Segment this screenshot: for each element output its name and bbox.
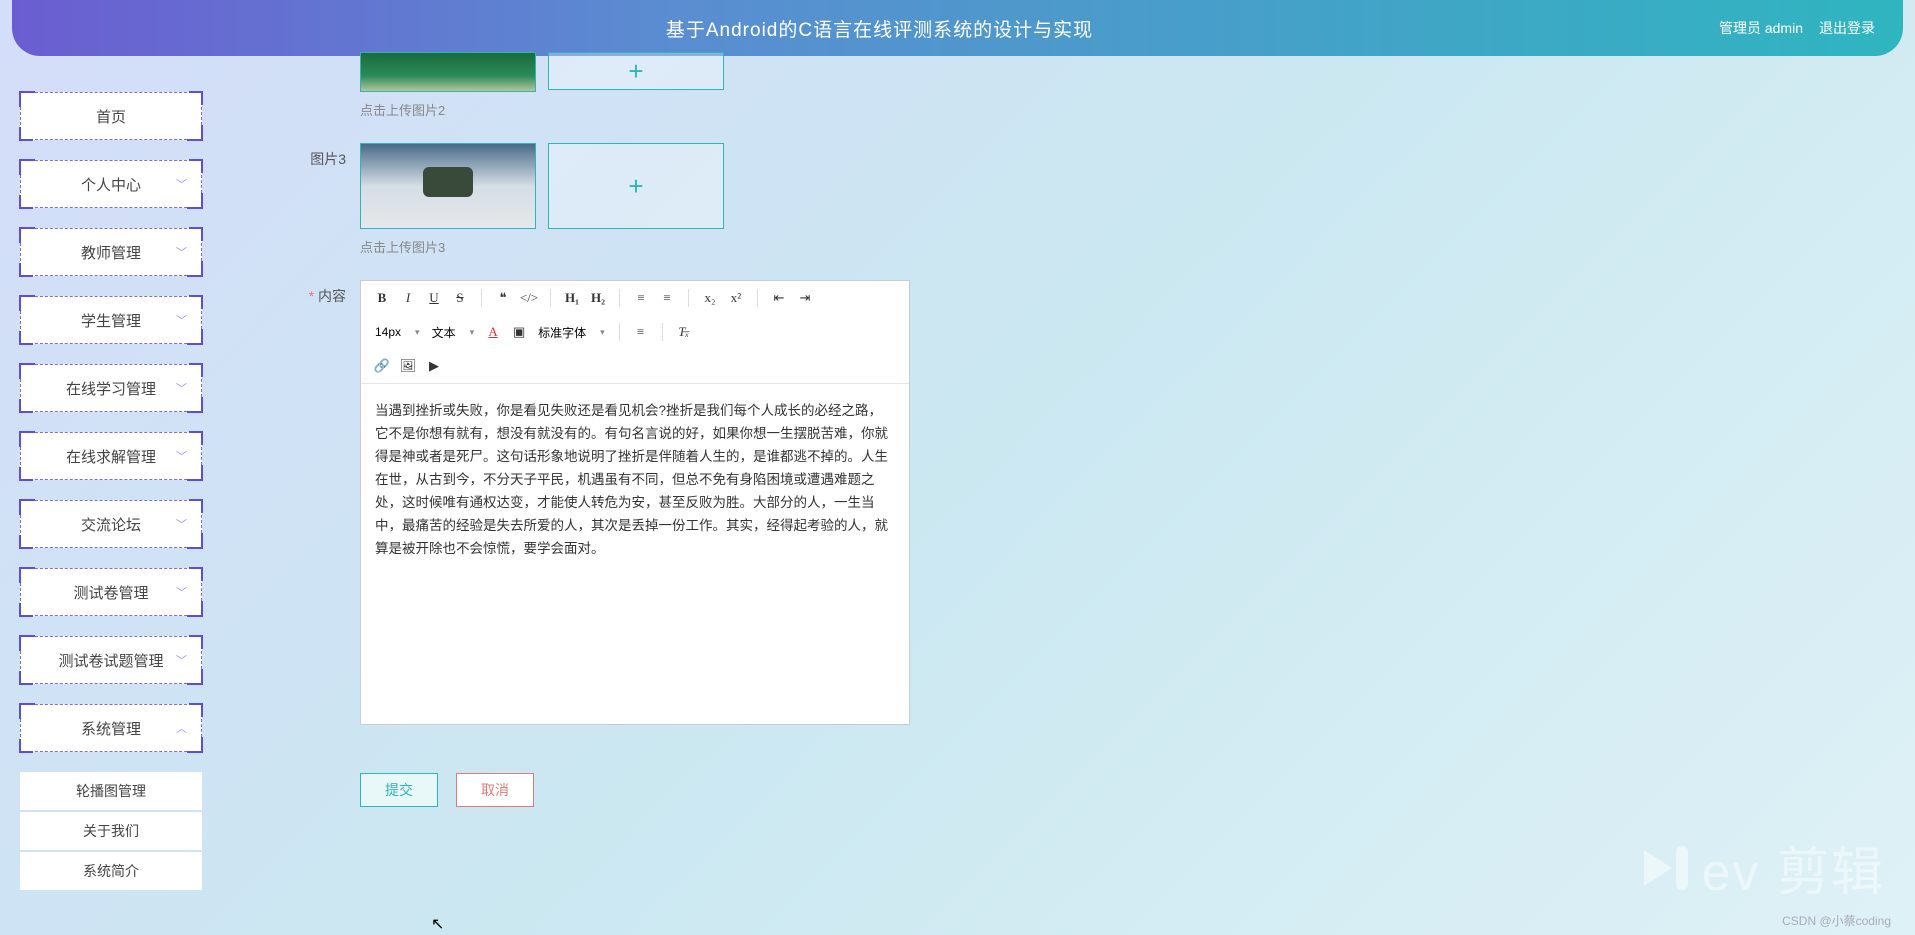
sidebar-item-online-solve[interactable]: 在线求解管理 ﹀ — [20, 432, 202, 480]
ordered-list-icon[interactable]: ≡ — [630, 287, 652, 309]
h1-icon[interactable]: H₁ — [561, 287, 583, 309]
editor-toolbar: B I U S ❝ </> H₁ H₂ ≡ ≡ x₂ x² ⇤ ⇥ — [361, 281, 909, 384]
sidebar-item-label: 交流论坛 — [81, 514, 141, 535]
separator — [662, 323, 663, 341]
chevron-down-icon: ﹀ — [176, 312, 187, 328]
sidebar-item-label: 在线学习管理 — [66, 378, 156, 399]
pic3-hint: 点击上传图片3 — [360, 237, 1895, 256]
sidebar-item-home[interactable]: 首页 — [20, 92, 202, 140]
outdent-icon[interactable]: ⇥ — [794, 287, 816, 309]
blockquote-icon[interactable]: ❝ — [492, 287, 514, 309]
sidebar-item-profile[interactable]: 个人中心 ﹀ — [20, 160, 202, 208]
plus-icon: + — [628, 56, 643, 87]
chevron-down-icon: ﹀ — [176, 584, 187, 600]
plus-icon: + — [628, 171, 643, 202]
link-icon[interactable]: 🔗 — [371, 355, 393, 377]
sidebar-item-label: 测试卷试题管理 — [58, 650, 163, 671]
sidebar-item-label: 教师管理 — [81, 242, 141, 263]
image-icon[interactable]: 🖼 — [397, 355, 419, 377]
pic2-hint: 点击上传图片2 — [360, 100, 1895, 119]
text-color-icon[interactable]: A — [482, 321, 504, 343]
chevron-down-icon: ﹀ — [176, 516, 187, 532]
sidebar-item-label: 系统管理 — [81, 718, 141, 739]
format-select[interactable]: 文本▾ — [428, 321, 479, 343]
sidebar-item-forum[interactable]: 交流论坛 ﹀ — [20, 500, 202, 548]
sidebar-item-student-mgmt[interactable]: 学生管理 ﹀ — [20, 296, 202, 344]
sidebar-item-exam-question-mgmt[interactable]: 测试卷试题管理 ﹀ — [20, 636, 202, 684]
separator — [550, 289, 551, 307]
font-size-select[interactable]: 14px▾ — [371, 321, 424, 343]
submit-button[interactable]: 提交 — [360, 773, 438, 807]
sidebar-item-exam-mgmt[interactable]: 测试卷管理 ﹀ — [20, 568, 202, 616]
chevron-down-icon: ﹀ — [176, 176, 187, 192]
bold-icon[interactable]: B — [371, 287, 393, 309]
sidebar-item-label: 在线求解管理 — [66, 446, 156, 467]
pic3-label: 图片3 — [260, 143, 360, 169]
chevron-down-icon: ﹀ — [176, 652, 187, 668]
content-label: 内容 — [260, 280, 360, 306]
sidebar-item-teacher-mgmt[interactable]: 教师管理 ﹀ — [20, 228, 202, 276]
separator — [481, 289, 482, 307]
sidebar-item-label: 测试卷管理 — [73, 582, 148, 603]
separator — [619, 323, 620, 341]
indent-icon[interactable]: ⇤ — [768, 287, 790, 309]
sidebar-item-system-mgmt[interactable]: 系统管理 ︿ — [20, 704, 202, 752]
pic2-label — [260, 52, 360, 58]
pic3-thumbnail[interactable] — [360, 143, 536, 229]
chevron-down-icon: ﹀ — [176, 380, 187, 396]
main-content: + 点击上传图片2 图片3 + 点击上传图片3 内容 B I U S ❝ </>… — [260, 0, 1895, 935]
sidebar: 首页 个人中心 ﹀ 教师管理 ﹀ 学生管理 ﹀ 在线学习管理 ﹀ 在线求解管理 ﹀ 交流论… — [20, 92, 202, 892]
pic2-thumbnail[interactable] — [360, 52, 536, 92]
sidebar-item-label: 个人中心 — [81, 174, 141, 195]
align-icon[interactable]: ≡ — [630, 321, 652, 343]
clear-format-icon[interactable]: T̶ₓ — [673, 321, 695, 343]
separator — [757, 289, 758, 307]
italic-icon[interactable]: I — [397, 287, 419, 309]
pic3-add-button[interactable]: + — [548, 143, 724, 229]
bg-color-icon[interactable]: ▣ — [508, 321, 530, 343]
superscript-icon[interactable]: x² — [725, 287, 747, 309]
pic2-add-button[interactable]: + — [548, 52, 724, 90]
video-icon[interactable]: ▶ — [423, 355, 445, 377]
sidebar-item-label: 首页 — [96, 106, 126, 127]
separator — [619, 289, 620, 307]
chevron-up-icon: ︿ — [176, 720, 187, 736]
underline-icon[interactable]: U — [423, 287, 445, 309]
csdn-credit: CSDN @小蔡coding — [1782, 912, 1891, 929]
editor-content[interactable]: 当遇到挫折或失败，你是看见失败还是看见机会?挫折是我们每个人成长的必经之路，它不… — [361, 384, 909, 724]
sidebar-subitem-carousel[interactable]: 轮播图管理 — [20, 772, 202, 810]
chevron-down-icon: ﹀ — [176, 244, 187, 260]
rich-text-editor: B I U S ❝ </> H₁ H₂ ≡ ≡ x₂ x² ⇤ ⇥ — [360, 280, 910, 725]
cancel-button[interactable]: 取消 — [456, 773, 534, 807]
form-actions: 提交 取消 — [360, 773, 1895, 807]
sidebar-item-label: 学生管理 — [81, 310, 141, 331]
code-icon[interactable]: </> — [518, 287, 540, 309]
chevron-down-icon: ﹀ — [176, 448, 187, 464]
subscript-icon[interactable]: x₂ — [699, 287, 721, 309]
sidebar-item-online-study[interactable]: 在线学习管理 ﹀ — [20, 364, 202, 412]
sidebar-subitem-system-intro[interactable]: 系统简介 — [20, 852, 202, 890]
sidebar-subitem-about[interactable]: 关于我们 — [20, 812, 202, 850]
font-family-select[interactable]: 标准字体▾ — [534, 321, 609, 343]
strikethrough-icon[interactable]: S — [449, 287, 471, 309]
unordered-list-icon[interactable]: ≡ — [656, 287, 678, 309]
h2-icon[interactable]: H₂ — [587, 287, 609, 309]
separator — [688, 289, 689, 307]
